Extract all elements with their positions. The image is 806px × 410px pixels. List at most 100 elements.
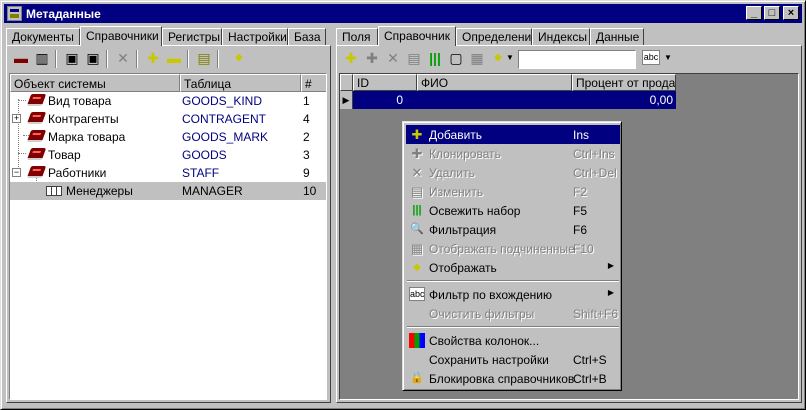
reference-book-icon [26,166,47,178]
tree-row[interactable]: Товар GOODS 3 [10,146,326,164]
objects-tree[interactable]: Объект системы Таблица # Вид товара GOOD… [9,73,327,400]
menu-item-refresh[interactable]: ||| Освежить набор F5 [406,201,620,220]
add-item-icon[interactable]: ✚ [145,50,161,66]
tree-row[interactable]: Вид товара GOODS_KIND 1 [10,92,326,110]
right-tab-strip: Поля Справочник Определение Индексы Данн… [336,26,646,46]
row-name: Контрагенты [48,112,119,126]
remove-item-icon[interactable]: ▬ [166,50,182,66]
hierarchy-icon[interactable]: ▤ [196,50,212,66]
edit-icon: ▤ [410,184,424,199]
column-header-percent[interactable]: Процент от продаж [572,74,676,91]
row-name: Марка товара [48,130,126,144]
row-name: Работники [48,166,107,180]
row-table: CONTRAGENT [182,112,266,126]
delete-icon[interactable]: ✕ [115,50,131,66]
delete-icon: ✕ [411,165,423,180]
filter-input[interactable] [518,50,636,69]
menu-item-edit[interactable]: ▤ Изменить F2 [406,182,620,201]
maximize-button[interactable]: □ [764,6,780,20]
menu-item-delete[interactable]: ✕ Удалить Ctrl+Del [406,163,620,182]
row-number: 2 [303,130,310,144]
toolbar-separator [55,50,57,68]
toolbar-separator [136,50,138,68]
column-header-object[interactable]: Объект системы [10,74,180,92]
subordinate-icon: ▦ [410,241,424,256]
diamond-icon[interactable]: ◆ [490,50,506,66]
properties-icon[interactable]: ▣ [64,50,80,66]
filter-icon: 🔍 [410,223,424,235]
column-header-fio[interactable]: ФИО [417,74,572,91]
column-header-number[interactable]: # [301,74,326,92]
collapse-icon[interactable]: − [12,168,21,177]
row-number: 1 [303,94,310,108]
tree-row[interactable]: − Работники STAFF 9 [10,164,326,182]
tab-references[interactable]: Справочники [80,26,162,46]
properties-alt-icon[interactable]: ▣ [85,50,101,66]
menu-separator [407,280,619,282]
reference-book-icon[interactable]: ▬ [13,50,29,66]
menu-item-filter-by-entry[interactable]: abc Фильтр по вхождению ▶ [406,285,620,304]
columns-icon: ▮▮▮ [409,333,425,348]
tab-registers[interactable]: Регистры [162,28,222,45]
menu-item-display[interactable]: ◆ Отображать ▶ [406,258,620,277]
expand-icon[interactable]: + [12,114,21,123]
refresh-icon: ||| [412,204,422,216]
clone-icon: ✚ [411,146,423,161]
row-number: 4 [303,112,310,126]
right-toolbar: ✚ ✚ ✕ ▤ ||| ▢ ▦ ◆ ▼ abc ▼ [339,48,799,70]
tab-definition[interactable]: Определение [456,28,538,45]
delete-icon[interactable]: ✕ [385,50,401,66]
tab-settings[interactable]: Настройки [222,28,288,45]
edit-icon[interactable]: ▤ [406,50,422,66]
dropdown-arrow-icon[interactable]: ▼ [663,50,673,66]
column-header-id[interactable]: ID [353,74,417,91]
abc-filter-icon[interactable]: abc [642,50,660,65]
row-indicator-header [340,74,353,91]
menu-item-add[interactable]: ✚ Добавить Ins [406,125,620,144]
display-icon: ◆ [413,262,421,273]
left-panel: ▬ ▥ ▣ ▣ ✕ ✚ ▬ ▤ ◆ Объект системы Таблица… [6,45,331,403]
menu-item-show-subordinate[interactable]: ▦ Отображать подчиненные F10 [406,239,620,258]
menu-separator [407,326,619,328]
table-icon[interactable]: ▥ [34,50,50,66]
menu-item-lock-references[interactable]: 🔒 Блокировка справочников Ctrl+B [406,369,620,388]
cell-percent[interactable]: 0,00 [572,93,673,107]
row-table: GOODS_KIND [182,94,263,108]
tab-data[interactable]: Данные [590,28,644,45]
tab-reference[interactable]: Справочник [378,26,456,46]
tab-database[interactable]: База [288,28,326,45]
menu-item-clone[interactable]: ✚ Клонировать Ctrl+Ins [406,144,620,163]
tab-fields[interactable]: Поля [336,28,378,45]
cell-id[interactable]: 0 [353,93,403,107]
app-icon [7,6,22,21]
tree-row-selected[interactable]: Менеджеры MANAGER 10 [10,182,326,200]
row-table: GOODS [182,148,227,162]
tree-row[interactable]: Марка товара GOODS_MARK 2 [10,128,326,146]
plus-icon[interactable]: ✚ [343,50,359,66]
filter-icon[interactable]: ▢ [448,50,464,66]
reference-book-icon [26,130,47,142]
subordinate-icon[interactable]: ▦ [469,50,485,66]
tree-row[interactable]: + Контрагенты CONTRAGENT 4 [10,110,326,128]
row-name: Менеджеры [66,184,133,198]
row-number: 10 [303,184,317,198]
minimize-button[interactable]: _ [746,6,762,20]
menu-item-clear-filters[interactable]: Очистить фильтры Shift+F6 [406,304,620,323]
dropdown-arrow-icon[interactable]: ▼ [505,50,515,66]
diamond-icon[interactable]: ◆ [231,50,247,66]
menu-item-save-settings[interactable]: Сохранить настройки Ctrl+S [406,350,620,369]
close-button[interactable]: × [783,6,799,20]
refresh-icon[interactable]: ||| [427,50,443,66]
row-number: 3 [303,148,310,162]
column-header-table[interactable]: Таблица [180,74,301,92]
clone-icon[interactable]: ✚ [364,50,380,66]
tab-documents[interactable]: Документы [6,28,80,45]
row-name: Товар [48,148,81,162]
left-toolbar: ▬ ▥ ▣ ▣ ✕ ✚ ▬ ▤ ◆ [9,48,327,70]
menu-item-filter[interactable]: 🔍 Фильтрация F6 [406,220,620,239]
title-bar[interactable]: Метаданные _ □ × [4,4,802,23]
menu-item-column-properties[interactable]: ▮▮▮ Свойства колонок... [406,331,620,350]
grid-row[interactable]: ▶ 0 0,00 [340,91,676,109]
tab-indexes[interactable]: Индексы [532,28,590,45]
toolbar-separator [106,50,108,68]
